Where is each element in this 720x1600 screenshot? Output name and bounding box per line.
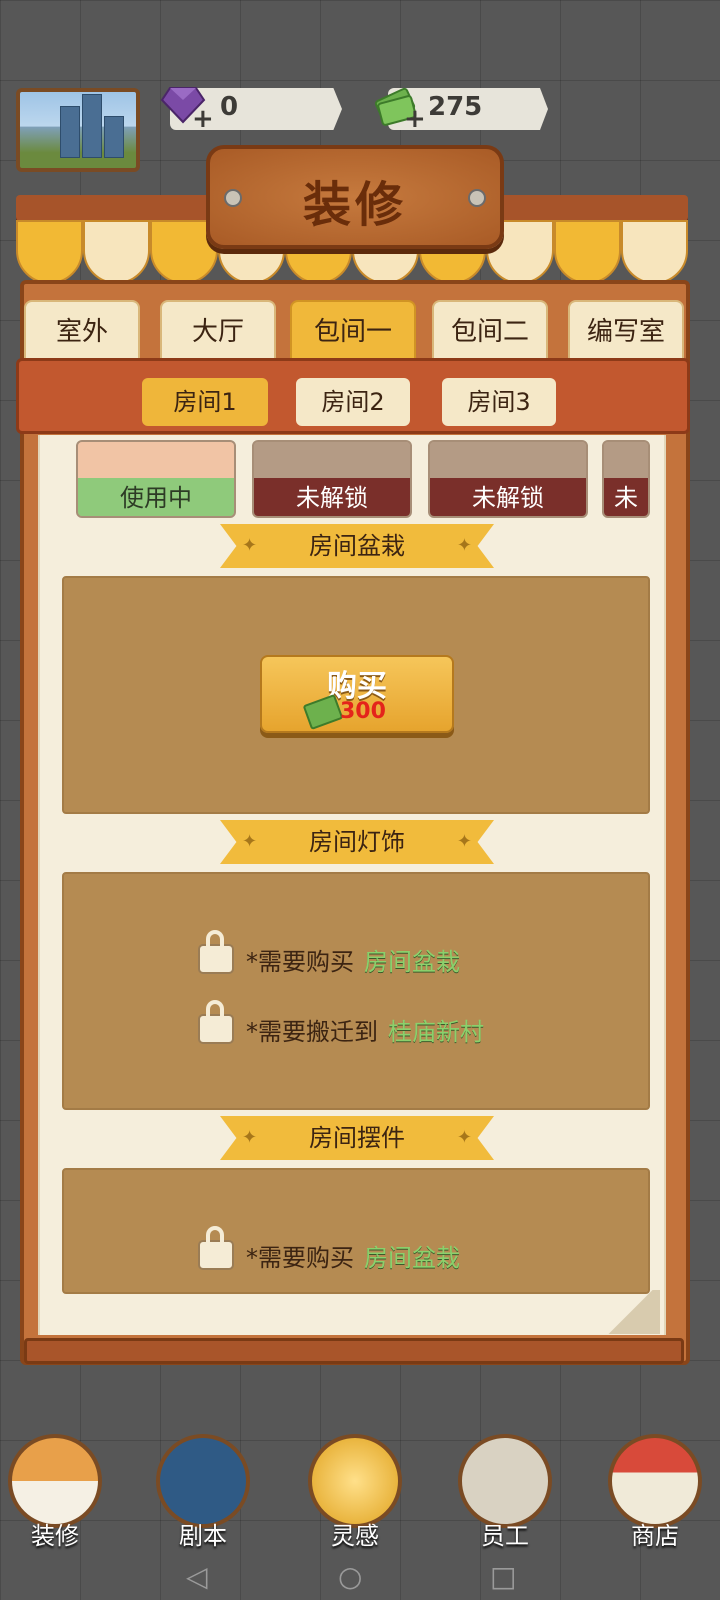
star-icon: ✦ [456, 1127, 472, 1148]
star-icon: ✦ [456, 831, 472, 852]
lock-icon [198, 1226, 234, 1270]
nav-script[interactable]: 剧本 [148, 1428, 258, 1550]
section-title: 房间灯饰 [309, 828, 405, 856]
nav-label: 员工 [481, 1522, 529, 1550]
panel-bottom-rail [24, 1338, 684, 1364]
section-decor [62, 1168, 650, 1294]
nav-label: 商店 [631, 1522, 679, 1550]
style-card-locked[interactable]: 未解锁 [252, 440, 412, 518]
tab-private-room-2[interactable]: 包间二 [432, 300, 548, 360]
nav-label: 装修 [31, 1522, 79, 1550]
system-nav-bar: ◁ ○ □ [0, 1552, 720, 1600]
cash-value: 275 [428, 92, 483, 122]
room-1-button[interactable]: 房间1 [142, 378, 268, 426]
cash-plus-icon[interactable]: + [404, 104, 426, 134]
card-status: 未 [604, 478, 648, 516]
building-icon [104, 116, 124, 158]
nav-label: 灵感 [331, 1522, 379, 1550]
section-ribbon-lights: ✦ 房间灯饰 ✦ [220, 820, 494, 864]
gem-value: 0 [220, 92, 239, 122]
building-icon [82, 94, 102, 158]
nav-label: 剧本 [179, 1522, 227, 1550]
lightbulb-icon [308, 1434, 402, 1528]
star-icon: ✦ [456, 535, 472, 556]
tab-hall[interactable]: 大厅 [160, 300, 276, 360]
card-status: 未解锁 [430, 478, 586, 516]
star-icon: ✦ [242, 1127, 258, 1148]
star-icon: ✦ [242, 831, 258, 852]
star-icon: ✦ [242, 535, 258, 556]
buy-price: 300 [340, 699, 386, 724]
nav-staff[interactable]: 员工 [450, 1428, 560, 1550]
style-card-locked[interactable]: 未 [602, 440, 650, 518]
title-sign: 装修 [206, 145, 504, 249]
section-ribbon-decor: ✦ 房间摆件 ✦ [220, 1116, 494, 1160]
back-icon[interactable]: ◁ [186, 1560, 208, 1593]
requirement-text: *需要购买 [246, 1244, 354, 1272]
home-icon[interactable]: ○ [338, 1560, 362, 1593]
room-2-button[interactable]: 房间2 [296, 378, 410, 426]
style-card-in-use[interactable]: 使用中 [76, 440, 236, 518]
id-card-icon [458, 1434, 552, 1528]
tab-private-room-1[interactable]: 包间一 [290, 300, 416, 360]
room-3-button[interactable]: 房间3 [442, 378, 556, 426]
nav-inspiration[interactable]: 灵感 [300, 1428, 410, 1550]
section-ribbon-plant: ✦ 房间盆栽 ✦ [220, 524, 494, 568]
section-title: 房间盆栽 [309, 532, 405, 560]
page-title: 装修 [302, 177, 407, 233]
lock-icon [198, 930, 234, 974]
building-icon [60, 106, 80, 158]
style-card-locked[interactable]: 未解锁 [428, 440, 588, 518]
gem-plus-icon[interactable]: + [192, 104, 214, 134]
book-icon [156, 1434, 250, 1528]
area-tabs: 室外 大厅 包间一 包间二 编写室 [24, 300, 688, 364]
card-status: 使用中 [78, 478, 234, 516]
section-lights [62, 872, 650, 1110]
requirement-link[interactable]: 桂庙新村 [388, 1018, 484, 1046]
tab-outdoor[interactable]: 室外 [24, 300, 140, 360]
buy-button[interactable]: 购买 300 [260, 655, 454, 733]
requirement-text: *需要搬迁到 [246, 1018, 378, 1046]
card-status: 未解锁 [254, 478, 410, 516]
house-icon [8, 1434, 102, 1528]
shop-icon [608, 1434, 702, 1528]
nav-decorate[interactable]: 装修 [0, 1428, 110, 1550]
city-avatar[interactable] [16, 88, 140, 172]
requirement-link[interactable]: 房间盆栽 [364, 1244, 460, 1272]
nav-shop[interactable]: 商店 [600, 1428, 710, 1550]
tab-writing-room[interactable]: 编写室 [568, 300, 684, 360]
requirement-text: *需要购买 [246, 948, 354, 976]
requirement-link[interactable]: 房间盆栽 [364, 948, 460, 976]
recents-icon[interactable]: □ [490, 1560, 516, 1593]
section-title: 房间摆件 [309, 1124, 405, 1152]
paper-curl [600, 1290, 660, 1334]
lock-icon [198, 1000, 234, 1044]
